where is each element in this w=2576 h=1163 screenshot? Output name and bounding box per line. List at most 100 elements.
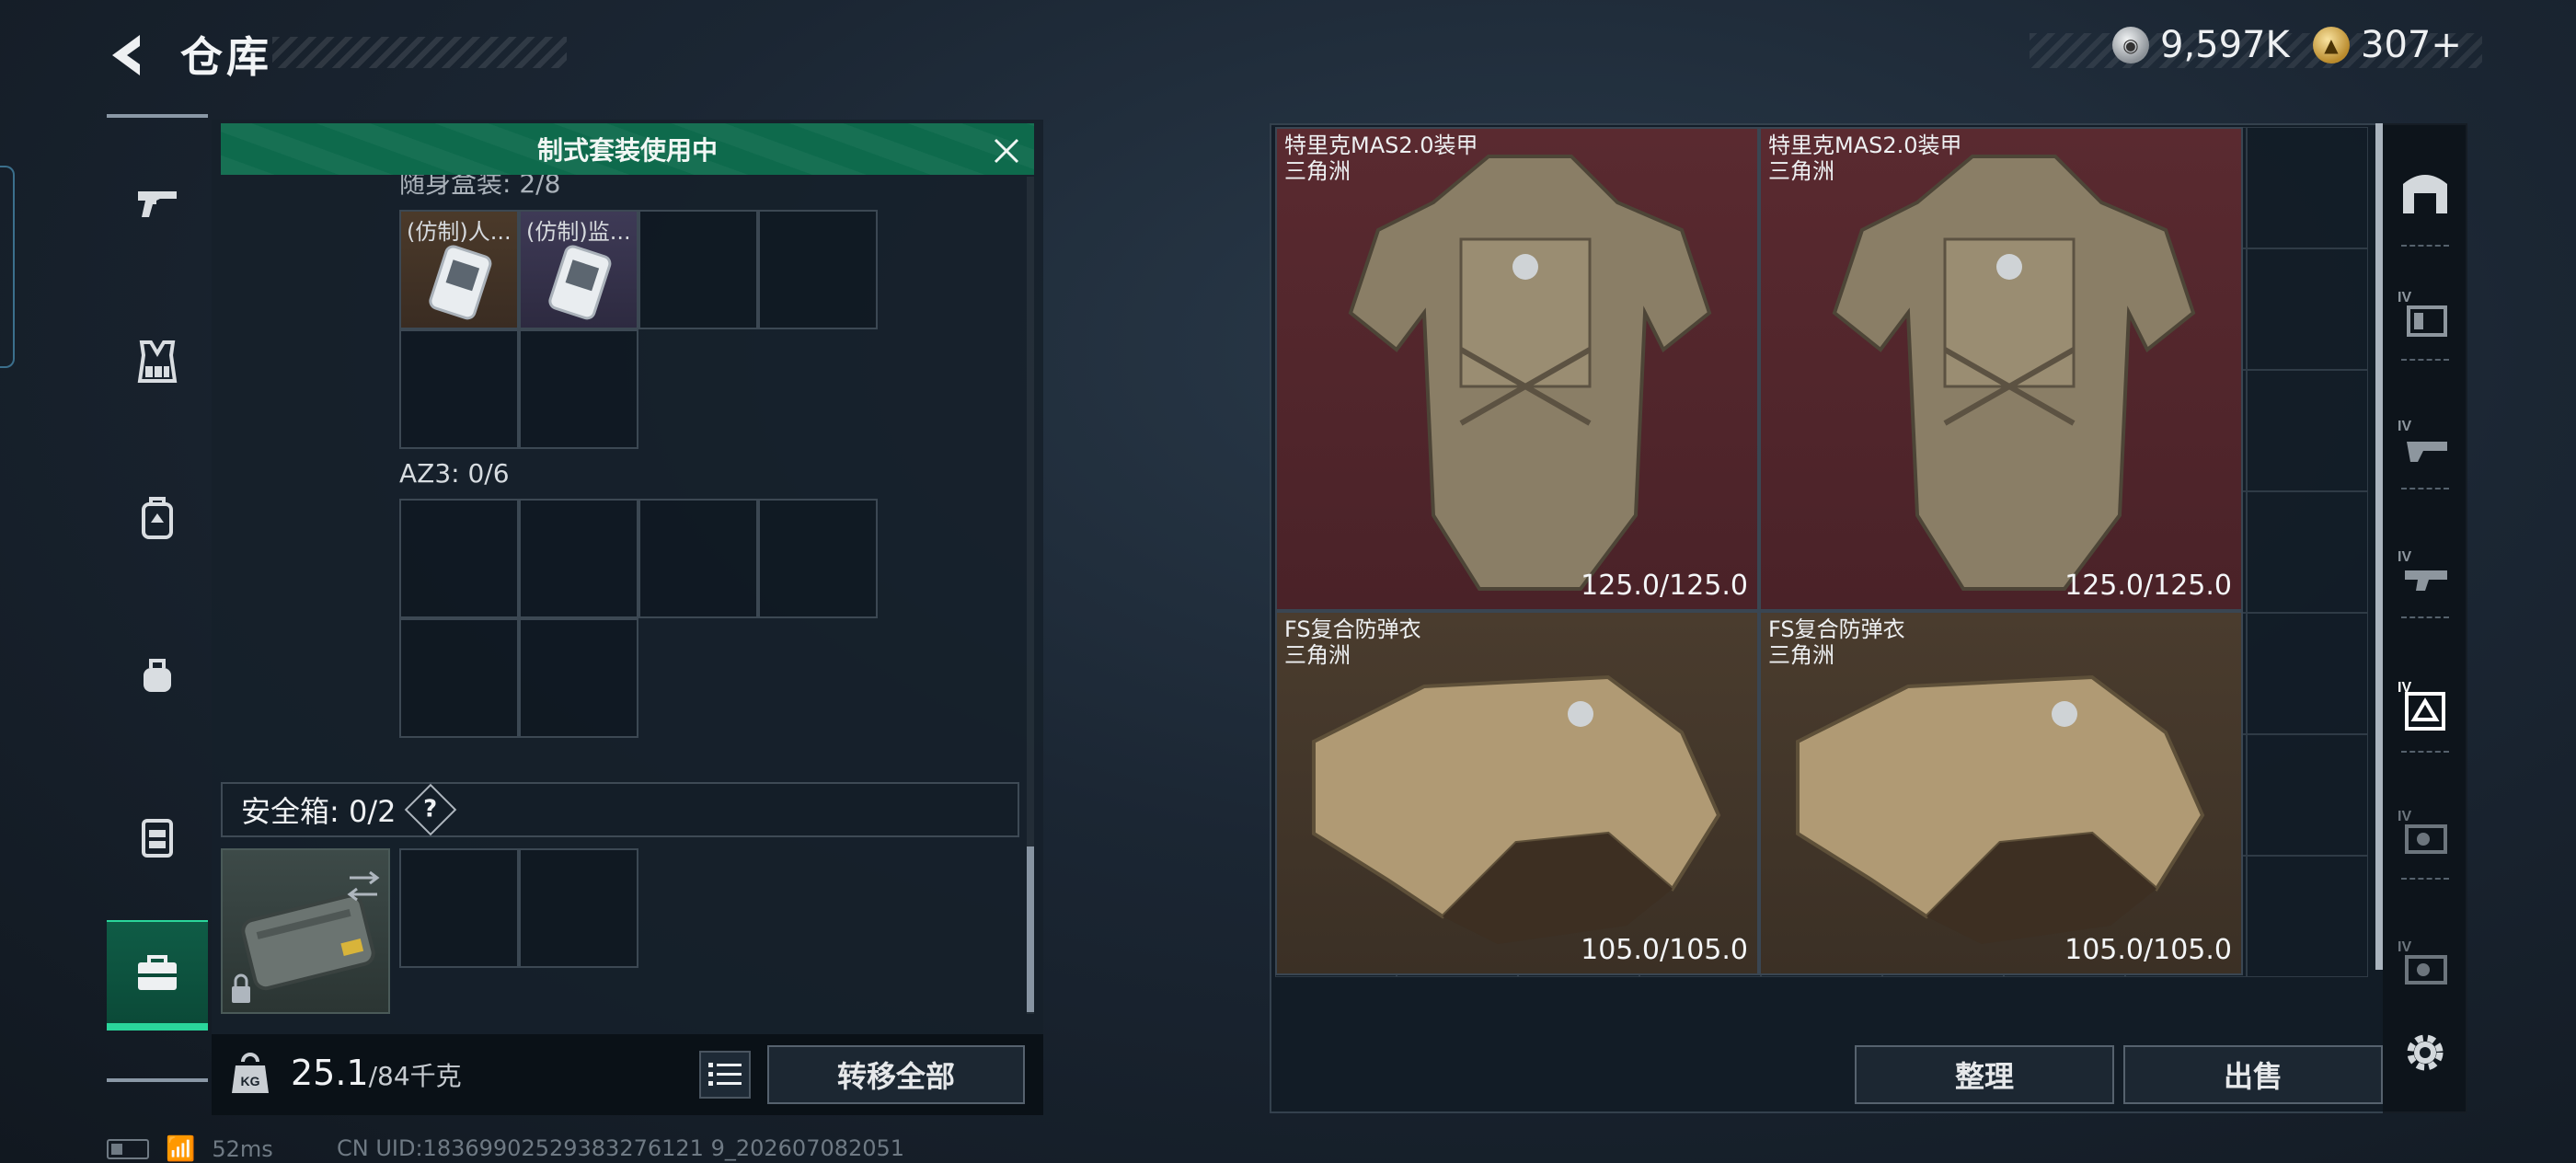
safe-box-header: 安全箱: 0/2 ?: [221, 782, 1019, 837]
storage-slot[interactable]: [2247, 370, 2368, 491]
nav-helmet-bag[interactable]: [107, 626, 208, 727]
nav-toolbox[interactable]: [107, 920, 208, 1031]
storage-iv-6-icon: IV: [2398, 939, 2447, 985]
container-scroll-thumb[interactable]: [1027, 846, 1034, 1012]
transfer-all-button[interactable]: 转移全部: [767, 1045, 1025, 1104]
item-source: 三角洲: [1284, 158, 1351, 184]
weight-readout: 25.1 /84千克: [291, 1053, 462, 1093]
empty-slot[interactable]: [638, 210, 758, 329]
tab-separator: [2401, 245, 2449, 247]
nav-backpack[interactable]: [107, 467, 208, 569]
silver-coin-icon: ◉: [2112, 27, 2149, 63]
backpack-icon: [142, 497, 173, 539]
item-durability: 125.0/125.0: [1581, 570, 1748, 602]
empty-slot[interactable]: [758, 499, 878, 618]
svg-text:KG: KG: [241, 1074, 260, 1088]
item-source: 三角洲: [1284, 642, 1351, 668]
storage-tab-home[interactable]: [2388, 155, 2462, 228]
pistol-icon: [138, 191, 177, 217]
home-base-icon: [2403, 175, 2447, 213]
list-icon: [708, 1063, 742, 1086]
gold-currency[interactable]: ▲ 307+: [2313, 24, 2462, 66]
item-name-block: 特里克MAS2.0装甲 三角洲: [1768, 132, 1962, 184]
item-name-block: FS复合防弹衣 三角洲: [1768, 616, 1905, 668]
item-name: FS复合防弹衣: [1768, 616, 1905, 642]
item-durability: 125.0/125.0: [2064, 570, 2232, 602]
storage-item[interactable]: FS复合防弹衣 三角洲 105.0/105.0: [1275, 611, 1759, 975]
empty-slot[interactable]: [399, 329, 519, 449]
help-icon: ?: [423, 796, 439, 823]
back-button[interactable]: [103, 28, 158, 83]
svg-text:IV: IV: [2398, 809, 2411, 824]
sort-button[interactable]: 整理: [1855, 1045, 2114, 1104]
tab-separator: [2401, 751, 2449, 753]
svg-text:IV: IV: [2398, 549, 2411, 565]
storage-item[interactable]: 特里克MAS2.0装甲 三角洲 125.0/125.0: [1759, 127, 2243, 611]
empty-slot[interactable]: [519, 618, 638, 738]
storage-slot[interactable]: [2247, 734, 2368, 856]
help-button[interactable]: ?: [405, 783, 457, 836]
storage-slot[interactable]: [2247, 613, 2368, 734]
item-name: 特里克MAS2.0装甲: [1284, 132, 1478, 158]
storage-item[interactable]: 特里克MAS2.0装甲 三角洲 125.0/125.0: [1275, 127, 1759, 611]
nav-divider: [107, 1078, 208, 1082]
nav-weapons[interactable]: [107, 153, 208, 254]
storage-tab-5[interactable]: IV: [2388, 797, 2462, 870]
storage-item[interactable]: FS复合防弹衣 三角洲 105.0/105.0: [1759, 611, 2243, 975]
left-edge-tab[interactable]: [0, 166, 15, 368]
storage-tab-4[interactable]: IV: [2388, 668, 2462, 742]
sell-button[interactable]: 出售: [2123, 1045, 2383, 1104]
heavy-armor-icon: [1348, 155, 1712, 591]
storage-tab-1[interactable]: IV: [2388, 278, 2462, 351]
storage-scrollbar[interactable]: [2375, 123, 2383, 970]
storage-iv-3-icon: IV: [2398, 549, 2447, 591]
nav-chest-rig[interactable]: [107, 311, 208, 412]
storage-iv-5-icon: IV: [2398, 809, 2447, 854]
storage-slot[interactable]: [2247, 127, 2368, 248]
inventory-item[interactable]: (仿制)监...: [519, 210, 638, 329]
ping-readout: 52ms: [212, 1136, 273, 1162]
loadout-banner: 制式套装使用中: [221, 123, 1034, 175]
tab-separator: [2401, 616, 2449, 618]
empty-slot[interactable]: [519, 499, 638, 618]
storage-slot[interactable]: [2247, 856, 2368, 977]
back-arrow-icon: [112, 35, 140, 75]
empty-slot[interactable]: [638, 499, 758, 618]
storage-tab-2[interactable]: IV: [2388, 407, 2462, 480]
storage-iv-1-icon: IV: [2398, 290, 2447, 337]
item-source: 三角洲: [1768, 158, 1834, 184]
storage-slot[interactable]: [2247, 248, 2368, 370]
settings-button[interactable]: [2388, 1016, 2462, 1089]
helmet-bag-icon: [144, 659, 171, 692]
nav-armor[interactable]: [107, 786, 208, 887]
settings-icon: [2407, 1034, 2444, 1071]
empty-slot[interactable]: [519, 848, 638, 968]
wifi-icon: 📶: [166, 1135, 196, 1163]
tab-separator: [2401, 359, 2449, 361]
weight-current: 25.1: [291, 1053, 369, 1093]
inventory-item[interactable]: (仿制)人...: [399, 210, 519, 329]
close-button[interactable]: [986, 131, 1027, 171]
weight-max: /84千克: [368, 1061, 462, 1091]
swap-icon: [347, 870, 380, 902]
storage-tab-6[interactable]: IV: [2388, 927, 2462, 1001]
az3-label: AZ3: 0/6: [399, 458, 510, 489]
empty-slot[interactable]: [399, 618, 519, 738]
armor-icon: [142, 819, 173, 858]
empty-slot[interactable]: [399, 848, 519, 968]
empty-slot[interactable]: [399, 499, 519, 618]
item-name: (仿制)监...: [526, 219, 631, 245]
safe-box-item[interactable]: [221, 848, 390, 1014]
close-icon: [994, 138, 1019, 164]
item-durability: 105.0/105.0: [1581, 934, 1748, 966]
list-view-button[interactable]: [699, 1051, 751, 1099]
svg-text:IV: IV: [2398, 290, 2411, 305]
heavy-armor-icon: [1832, 155, 2196, 591]
storage-slot[interactable]: [2247, 491, 2368, 613]
tab-separator: [2401, 488, 2449, 489]
storage-tab-3[interactable]: IV: [2388, 537, 2462, 611]
svg-text:IV: IV: [2398, 419, 2411, 434]
empty-slot[interactable]: [758, 210, 878, 329]
empty-slot[interactable]: [519, 329, 638, 449]
tab-separator: [2401, 878, 2449, 880]
